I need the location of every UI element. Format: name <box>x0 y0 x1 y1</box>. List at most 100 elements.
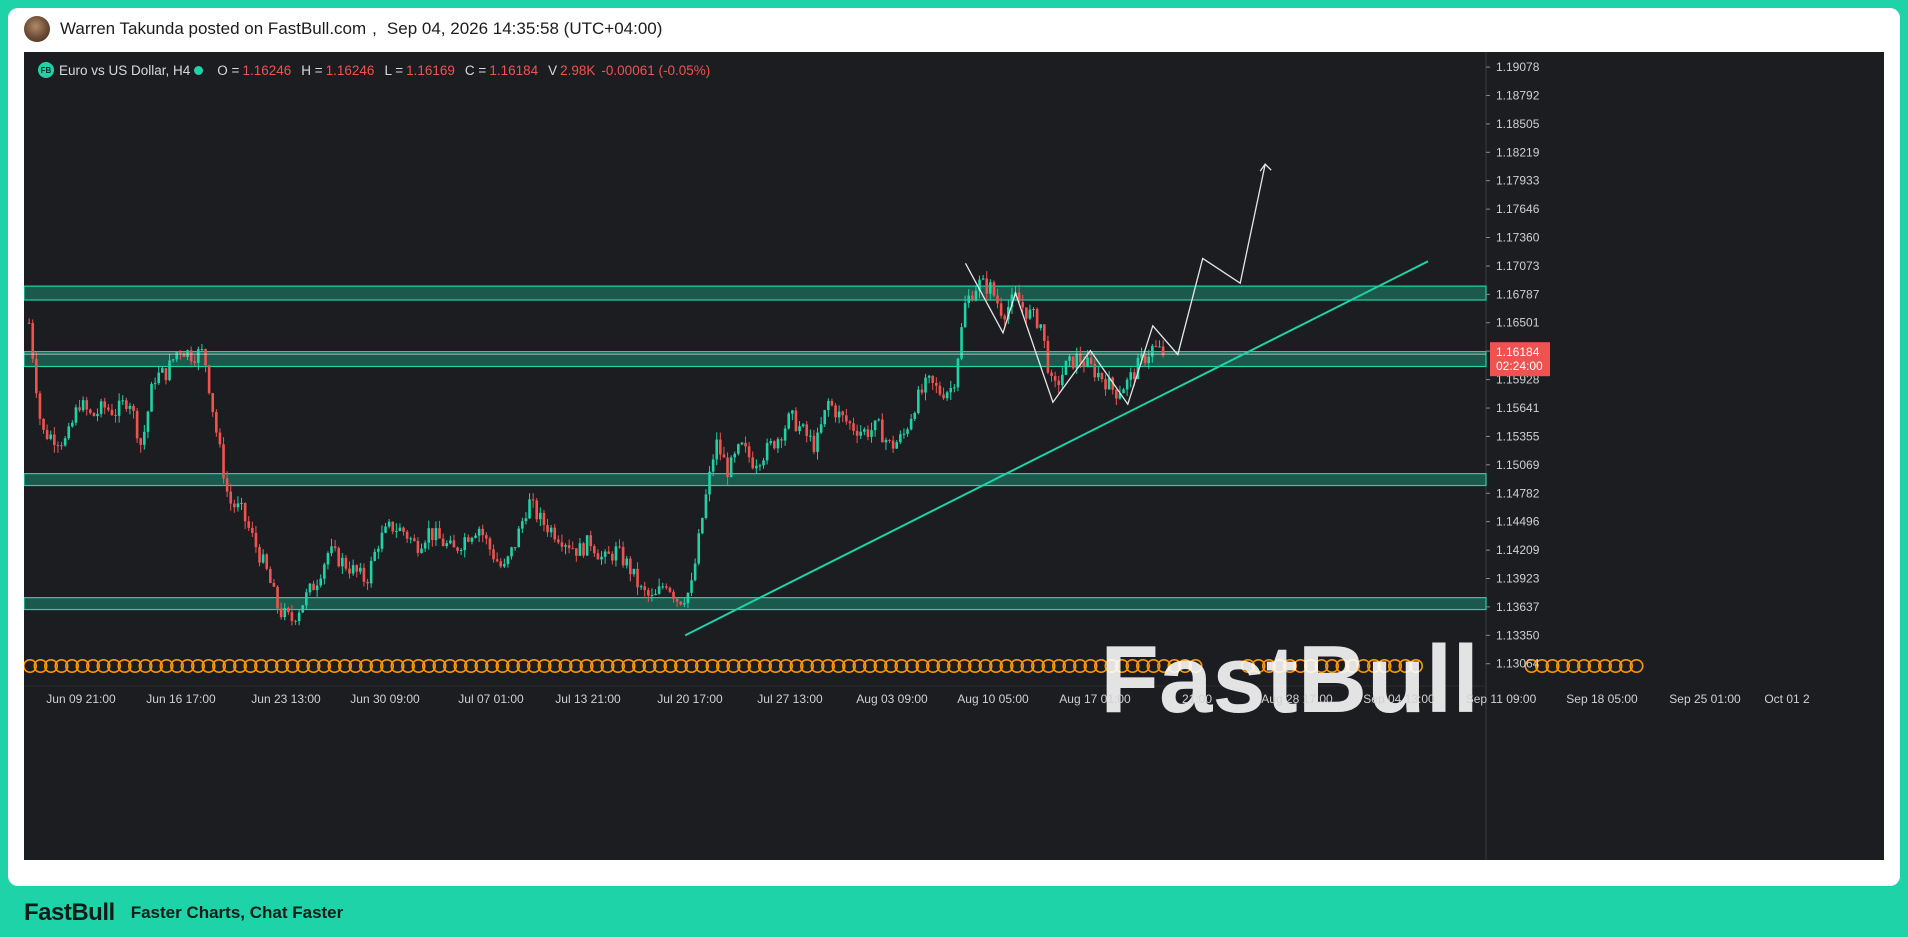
candle-body <box>1075 353 1079 369</box>
y-tick-label: 1.15355 <box>1496 429 1540 443</box>
avatar[interactable] <box>24 16 50 42</box>
candle-body <box>1125 379 1129 390</box>
candle-body <box>1100 372 1104 380</box>
candle-body <box>71 422 74 427</box>
candle-body <box>222 444 225 479</box>
candle-body <box>816 432 819 452</box>
author-line[interactable]: Warren Takunda posted on FastBull.com <box>60 19 366 39</box>
candle-body <box>758 465 762 467</box>
candle-body <box>596 553 600 560</box>
candle-body <box>402 527 405 532</box>
post-timestamp: Sep 04, 2026 14:35:58 (UTC+04:00) <box>386 19 663 38</box>
candle-body <box>265 554 269 569</box>
countdown-label: 02:24:00 <box>1496 359 1543 373</box>
candle-body <box>719 439 722 455</box>
candle-body <box>1093 363 1097 378</box>
candle-body <box>805 424 809 436</box>
candle-body <box>985 278 989 294</box>
candle-body <box>654 593 657 595</box>
candle-body <box>215 412 218 433</box>
x-tick-label: Aug 10 05:00 <box>957 692 1029 706</box>
candle-body <box>359 567 362 572</box>
footer-brand-logo[interactable]: FastBull <box>24 899 115 927</box>
candle-body <box>153 383 157 385</box>
candle-body <box>819 424 823 433</box>
candle-body <box>909 418 913 430</box>
y-tick-label: 1.17933 <box>1496 174 1540 188</box>
candle-body <box>200 349 204 351</box>
candle-body <box>668 587 672 592</box>
price-chart[interactable]: FastBull 1.19078 1.18792 1.18505 1.18219 1.17… <box>24 52 1884 860</box>
candle-body <box>715 439 719 460</box>
y-tick-label: 1.13350 <box>1496 628 1540 642</box>
candle-body <box>647 590 650 596</box>
candle-body <box>373 551 377 561</box>
candle-body <box>1032 309 1035 311</box>
candle-body <box>837 411 841 418</box>
candle-body <box>135 410 139 439</box>
candle-body <box>1053 376 1057 381</box>
candle-body <box>377 548 380 552</box>
candle-body <box>841 411 845 416</box>
symbol-label[interactable]: Euro vs US Dollar, H4 <box>59 63 190 78</box>
candle-body <box>571 548 575 550</box>
candle-body <box>139 438 143 445</box>
candle-body <box>164 368 168 381</box>
candle-body <box>557 539 560 543</box>
candle-body <box>1025 307 1028 319</box>
candle-body <box>690 580 693 593</box>
candle-body <box>1129 372 1133 380</box>
candle-body <box>60 445 63 447</box>
candle-body <box>117 400 121 416</box>
candle-body <box>1089 357 1093 364</box>
candle-body <box>171 359 175 361</box>
candle-body <box>859 431 863 436</box>
candle-body <box>708 471 711 495</box>
candle-body <box>567 545 571 549</box>
low-value: 1.16169 <box>406 62 455 78</box>
candle-body <box>189 350 193 362</box>
candle-body <box>891 440 895 449</box>
x-tick-label: Sep 18 05:00 <box>1566 692 1638 706</box>
candle-body <box>852 423 855 431</box>
candle-body <box>823 410 827 425</box>
candle-body <box>384 526 387 533</box>
candle-body <box>510 547 513 557</box>
candle-body <box>776 439 780 449</box>
candle-body <box>679 601 683 605</box>
candle-body <box>323 564 326 579</box>
y-tick-label: 1.17360 <box>1496 231 1540 245</box>
volume-label: V <box>548 62 558 78</box>
candle-body <box>240 502 243 504</box>
candle-body <box>441 538 445 547</box>
candle-body <box>848 421 852 424</box>
candle-body <box>395 530 398 532</box>
header-separator: , <box>372 19 377 38</box>
candle-body <box>53 434 56 446</box>
x-tick-label: Jul 13 21:00 <box>555 692 621 706</box>
candle-body <box>737 444 740 454</box>
candle-body <box>1039 324 1043 328</box>
candle-body <box>693 563 697 581</box>
candle-body <box>611 553 614 561</box>
candle-body <box>290 612 294 621</box>
y-tick-label: 1.17073 <box>1496 259 1540 273</box>
candle-body <box>348 568 351 574</box>
candle-body <box>560 542 564 547</box>
candle-body <box>935 382 938 386</box>
candle-body <box>1122 389 1125 394</box>
volume-value: 2.98K <box>560 62 596 78</box>
candle-body <box>643 586 647 591</box>
candle-body <box>132 405 135 411</box>
candle-body <box>456 547 459 551</box>
candle-body <box>740 442 744 445</box>
candle-body <box>272 583 276 587</box>
chart-panel[interactable]: FastBull 1.19078 1.18792 1.18505 1.18219 1.17… <box>24 52 1884 860</box>
candle-body <box>711 459 715 472</box>
candle-body <box>625 558 629 566</box>
footer: FastBull Faster Charts, Chat Faster <box>24 896 343 930</box>
candle-body <box>45 429 49 439</box>
candle-body <box>726 457 729 478</box>
candle-body <box>747 446 751 458</box>
candle-body <box>89 409 92 413</box>
